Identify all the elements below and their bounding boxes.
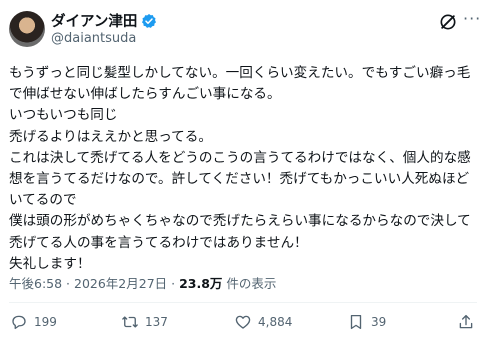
views-label: 件の表示: [222, 276, 277, 291]
bookmark-icon: [350, 314, 362, 330]
author-name[interactable]: ダイアン津田: [51, 10, 137, 31]
avatar[interactable]: [9, 11, 45, 47]
tweet-card: ダイアン津田 @daiantsuda ··· もうずっと同じ髪型しかしてない。一…: [0, 0, 486, 338]
grok-icon[interactable]: [438, 12, 458, 32]
repost-button[interactable]: 137: [121, 313, 168, 331]
author-name-row: ダイアン津田: [51, 10, 157, 31]
bookmark-count: 39: [371, 315, 387, 329]
meta-separator: ·: [62, 276, 74, 291]
verified-badge-icon: [142, 13, 157, 28]
tweet-text: もうずっと同じ髪型しかしてない。一回くらい変えたい。でもすごい癖っ毛で伸ばせない…: [9, 65, 471, 272]
author-handle[interactable]: @daiantsuda: [51, 31, 136, 46]
reply-button[interactable]: 199: [10, 313, 57, 331]
tweet-meta: 午後6:58 · 2026年2月27日 · 23.8万 件の表示: [9, 273, 276, 292]
like-count: 4,884: [258, 315, 293, 329]
share-icon: [459, 314, 473, 329]
like-button[interactable]: 4,884: [234, 313, 292, 331]
more-icon[interactable]: ···: [463, 9, 481, 28]
tweet-time[interactable]: 午後6:58: [9, 276, 62, 291]
share-button[interactable]: [457, 313, 475, 331]
like-icon: [235, 315, 251, 329]
repost-count: 137: [145, 315, 168, 329]
bookmark-button[interactable]: 39: [347, 313, 386, 331]
meta-separator-2: ·: [167, 276, 180, 291]
repost-icon: [122, 316, 138, 328]
reply-icon: [12, 315, 26, 330]
action-bar: 199 137 4,884 39: [0, 313, 486, 337]
divider: [9, 302, 477, 303]
reply-count: 199: [34, 315, 57, 329]
tweet-date[interactable]: 2026年2月27日: [74, 276, 167, 291]
view-count: 23.8万: [179, 276, 223, 291]
